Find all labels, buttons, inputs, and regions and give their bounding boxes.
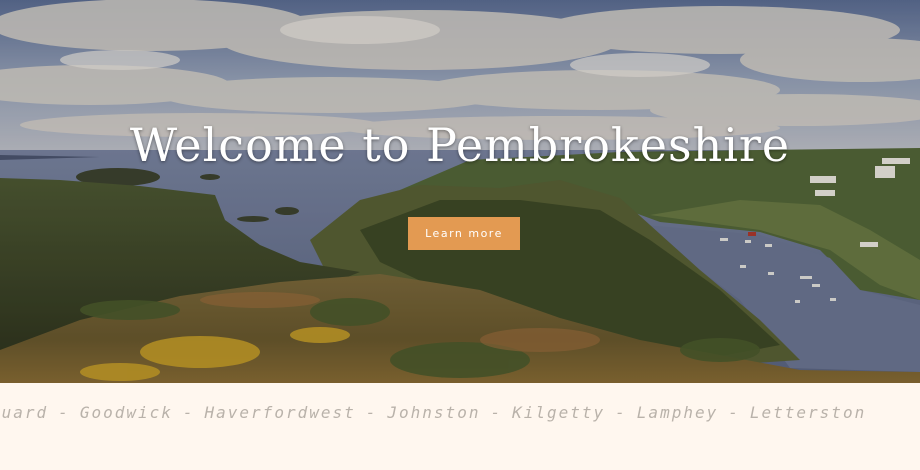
ticker-separator: - (490, 403, 503, 422)
learn-more-button[interactable]: Learn more (408, 217, 520, 250)
ticker-separator: - (615, 403, 627, 422)
ticker-separator: - (728, 403, 740, 422)
ticker-item: guard (0, 403, 49, 422)
ticker-item: Lamphey (636, 403, 719, 422)
ticker-item: Kilgetty (512, 403, 606, 422)
hero-background-image (0, 0, 920, 383)
ticker-item: Letterston (749, 403, 867, 422)
ticker-separator: - (182, 403, 195, 422)
hero-title: Welcome to Pembrokeshire (129, 118, 791, 172)
ticker-item: Goodwick (79, 403, 173, 422)
town-ticker: guard-Goodwick-Haverfordwest-Johnston-Ki… (0, 383, 920, 470)
ticker-track: guard-Goodwick-Haverfordwest-Johnston-Ki… (0, 403, 866, 422)
hero-banner: Welcome to Pembrokeshire Learn more (0, 0, 920, 383)
ticker-item: Haverfordwest (204, 403, 356, 422)
ticker-separator: - (365, 403, 378, 422)
ticker-item: Johnston (387, 403, 481, 422)
ticker-separator: - (58, 403, 70, 422)
